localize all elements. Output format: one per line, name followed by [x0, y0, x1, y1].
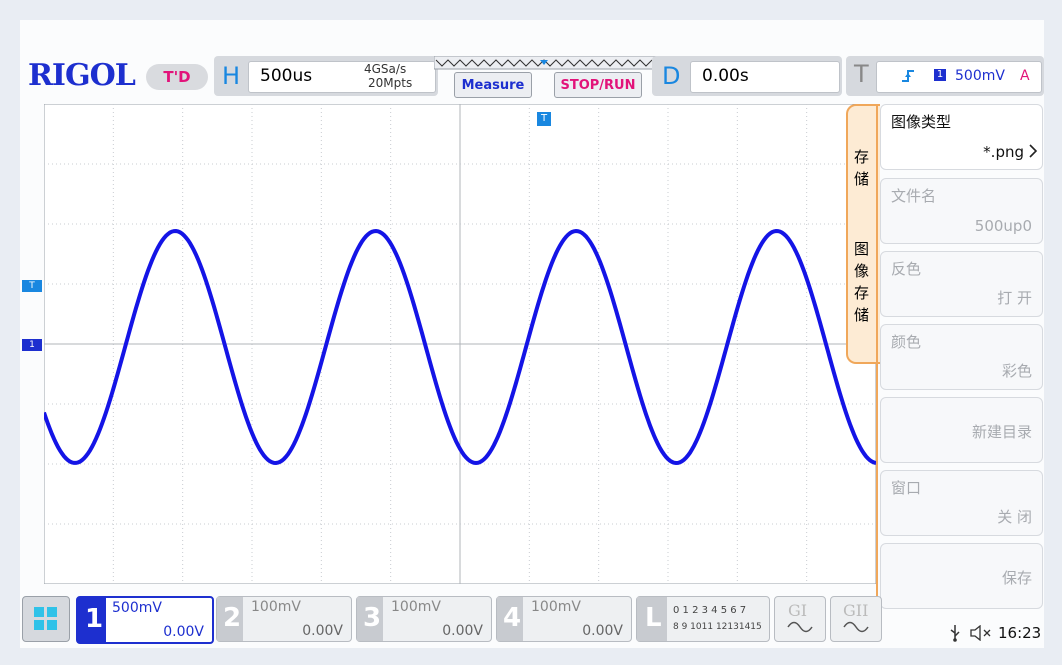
menu-file-name-title: 文件名	[891, 187, 937, 205]
grid-menu-icon	[34, 607, 57, 630]
menu-window-title: 窗口	[891, 479, 922, 497]
trigger-label: T	[854, 60, 869, 88]
channel-2-scale: 100mV	[251, 599, 301, 615]
menu-invert-title: 反色	[891, 260, 922, 278]
channel-4-control[interactable]: 4 100mV 0.00V	[496, 596, 632, 642]
channel-2-number: 2	[223, 603, 242, 633]
channel-3-offset: 0.00V	[442, 623, 483, 639]
menu-save-label: 保存	[1001, 569, 1032, 587]
trigger-level: 500mV	[955, 68, 1005, 84]
menu-image-type[interactable]: 图像类型 *.png	[880, 104, 1043, 170]
sine-wave-icon	[843, 621, 869, 633]
rising-edge-icon	[902, 70, 914, 82]
menu-color-title: 颜色	[891, 333, 922, 351]
logic-label: L	[645, 603, 662, 633]
trigger-mode: A	[1020, 68, 1030, 84]
stop-run-button[interactable]: STOP/RUN	[554, 72, 642, 98]
channel-1-offset: 0.00V	[163, 624, 204, 640]
channel-3-number: 3	[363, 603, 382, 633]
menu-window[interactable]: 窗口 关 闭	[880, 470, 1043, 536]
channel-2-offset: 0.00V	[302, 623, 343, 639]
menu-save[interactable]: 保存	[880, 543, 1043, 609]
clock: 16:23	[998, 624, 1042, 642]
acquisition-status-badge: T'D	[146, 64, 208, 90]
image-storage-tab[interactable]: 图像存储	[854, 238, 870, 326]
memory-depth: 20Mpts	[368, 76, 413, 90]
trigger-source-badge: 1	[934, 69, 946, 81]
menu-image-type-title: 图像类型	[891, 113, 952, 131]
brand-logo: RIGOL	[28, 58, 136, 93]
generator-1-label: GI	[788, 601, 808, 620]
logic-row-2: 8 9 1011 12131415	[673, 622, 762, 632]
sample-rate: 4GSa/s	[364, 62, 407, 76]
menu-color[interactable]: 颜色 彩色	[880, 324, 1043, 390]
horizontal-label: H	[222, 62, 241, 90]
sine-wave-icon	[787, 621, 813, 633]
menu-file-name[interactable]: 文件名 500up0	[880, 178, 1043, 244]
delay-value: 0.00s	[702, 66, 749, 86]
channel-1-control[interactable]: 1 500mV 0.00V	[76, 596, 214, 644]
channel-3-control[interactable]: 3 100mV 0.00V	[356, 596, 492, 642]
channel-4-scale: 100mV	[531, 599, 581, 615]
generator-2-button[interactable]: GII	[830, 596, 882, 642]
chevron-right-icon	[1029, 144, 1038, 158]
channel-2-control[interactable]: 2 100mV 0.00V	[216, 596, 352, 642]
logic-analyzer-control[interactable]: L 0 1 2 3 4 5 6 7 8 9 1011 12131415	[636, 596, 770, 642]
channel-1-scale: 500mV	[112, 600, 162, 616]
waveform-display[interactable]	[44, 104, 876, 584]
channel-4-number: 4	[503, 603, 522, 633]
channel-4-offset: 0.00V	[582, 623, 623, 639]
menu-image-type-value: *.png	[983, 143, 1024, 161]
menu-invert[interactable]: 反色 打 开	[880, 251, 1043, 317]
menu-window-value: 关 闭	[997, 508, 1032, 526]
storage-tab[interactable]: 存储	[854, 146, 870, 190]
measure-button[interactable]: Measure	[454, 72, 532, 98]
timebase-value: 500us	[260, 66, 313, 86]
memory-ruler	[434, 56, 658, 70]
mute-icon[interactable]	[970, 625, 994, 641]
channel-1-offset-marker[interactable]: 1	[22, 339, 42, 351]
menu-file-name-value: 500up0	[974, 217, 1032, 235]
delay-label: D	[662, 62, 681, 90]
menu-new-folder[interactable]: 新建目录	[880, 397, 1043, 463]
channel-3-scale: 100mV	[391, 599, 441, 615]
generator-2-label: GII	[843, 601, 869, 620]
usb-icon	[950, 625, 960, 642]
menu-invert-value: 打 开	[997, 289, 1032, 307]
logic-row-1: 0 1 2 3 4 5 6 7	[673, 605, 747, 616]
menu-new-folder-label: 新建目录	[971, 423, 1032, 441]
trigger-position-marker[interactable]: T	[537, 112, 551, 126]
trigger-level-marker[interactable]: T	[22, 280, 42, 292]
generator-1-button[interactable]: GI	[774, 596, 826, 642]
menu-color-value: 彩色	[1001, 362, 1032, 380]
channel-1-number: 1	[85, 604, 104, 634]
app-menu-button[interactable]	[22, 596, 70, 642]
